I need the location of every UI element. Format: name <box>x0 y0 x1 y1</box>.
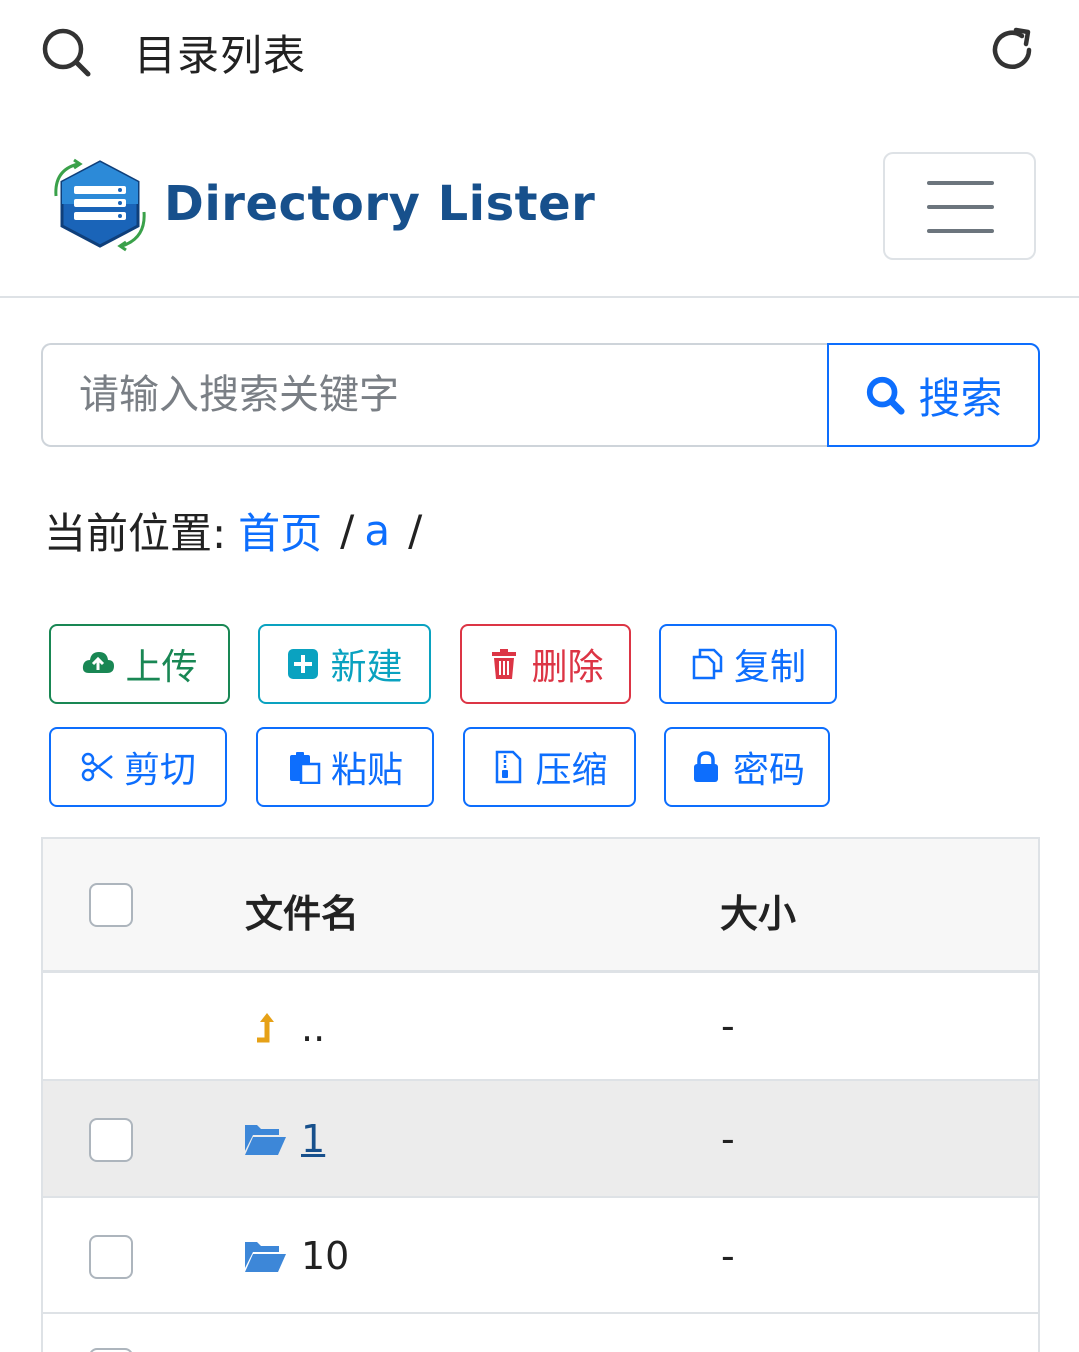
breadcrumb-separator: / <box>340 506 355 555</box>
file-name: 10 <box>301 1234 350 1278</box>
search-button[interactable]: 搜索 <box>827 343 1040 447</box>
lock-icon <box>693 751 718 782</box>
folder-open-icon <box>245 1242 286 1272</box>
brand-name: Directory Lister <box>164 176 596 232</box>
table-header: 文件名 大小 <box>43 839 1038 973</box>
file-name-link[interactable]: 1 <box>301 1117 325 1161</box>
app-bar: 目录列表 <box>0 0 1079 100</box>
compress-button-label: 压缩 <box>535 750 608 791</box>
paste-button[interactable]: 粘贴 <box>256 727 434 807</box>
file-size: - <box>721 1234 735 1278</box>
file-name-cell[interactable]: .. <box>243 1006 325 1050</box>
password-button[interactable]: 密码 <box>664 727 830 807</box>
search-icon <box>867 376 906 415</box>
breadcrumb: 当前位置: 首页 / a / <box>44 500 426 561</box>
copy-button-label: 复制 <box>733 647 806 688</box>
paste-button-label: 粘贴 <box>330 750 403 791</box>
copy-button[interactable]: 复制 <box>659 624 837 704</box>
level-up-icon <box>257 1013 274 1043</box>
directory-lister-logo-icon <box>54 158 146 252</box>
compress-button[interactable]: 压缩 <box>463 727 636 807</box>
file-name: .. <box>301 1006 326 1050</box>
app-title: 目录列表 <box>134 31 307 80</box>
cut-button-label: 剪切 <box>123 750 196 791</box>
folder-open-icon <box>245 1125 286 1155</box>
paste-icon <box>289 752 321 784</box>
file-name-cell[interactable]: 10 <box>243 1234 349 1278</box>
table-row[interactable]: .. - <box>43 974 1038 1081</box>
breadcrumb-home-link[interactable]: 首页 <box>238 500 322 561</box>
breadcrumb-separator: / <box>408 506 423 555</box>
hamburger-icon-line <box>927 181 994 185</box>
trash-icon <box>492 649 517 679</box>
file-size: - <box>721 1004 735 1048</box>
cut-button[interactable]: 剪切 <box>49 727 227 807</box>
plus-square-icon <box>288 649 319 679</box>
navbar: Directory Lister <box>0 100 1079 298</box>
password-button-label: 密码 <box>732 750 805 791</box>
upload-button-label: 上传 <box>125 647 198 688</box>
column-header-name[interactable]: 文件名 <box>245 883 359 938</box>
hamburger-icon-line <box>927 205 994 209</box>
breadcrumb-current-link[interactable]: a <box>364 506 390 555</box>
refresh-icon[interactable] <box>986 24 1038 76</box>
file-name-cell[interactable]: 1 <box>243 1117 325 1161</box>
table-row[interactable]: 10 - <box>43 1198 1038 1314</box>
table-row[interactable] <box>43 1314 1038 1352</box>
row-checkbox[interactable] <box>89 1348 133 1352</box>
upload-button[interactable]: 上传 <box>49 624 230 704</box>
file-size: - <box>721 1117 735 1161</box>
table-row[interactable]: 1 - <box>43 1081 1038 1198</box>
file-table: 文件名 大小 .. - 1 - 10 - <box>41 837 1040 1352</box>
search-input[interactable] <box>41 343 829 447</box>
delete-button[interactable]: 删除 <box>460 624 631 704</box>
cloud-upload-icon <box>83 652 115 673</box>
delete-button-label: 删除 <box>531 647 604 688</box>
brand-link[interactable]: Directory Lister <box>48 156 595 252</box>
select-all-checkbox[interactable] <box>89 883 133 927</box>
menu-toggle-button[interactable] <box>883 152 1036 260</box>
row-checkbox[interactable] <box>89 1118 133 1162</box>
breadcrumb-label: 当前位置: <box>44 509 227 558</box>
new-button[interactable]: 新建 <box>258 624 431 704</box>
row-checkbox[interactable] <box>89 1235 133 1279</box>
zip-file-icon <box>496 750 522 784</box>
copy-icon <box>692 648 723 680</box>
column-header-size[interactable]: 大小 <box>720 883 796 938</box>
hamburger-icon-line <box>927 229 994 233</box>
search-button-label: 搜索 <box>918 373 1003 423</box>
search-icon[interactable] <box>40 26 92 78</box>
new-button-label: 新建 <box>330 647 403 688</box>
scissors-icon <box>81 752 113 782</box>
